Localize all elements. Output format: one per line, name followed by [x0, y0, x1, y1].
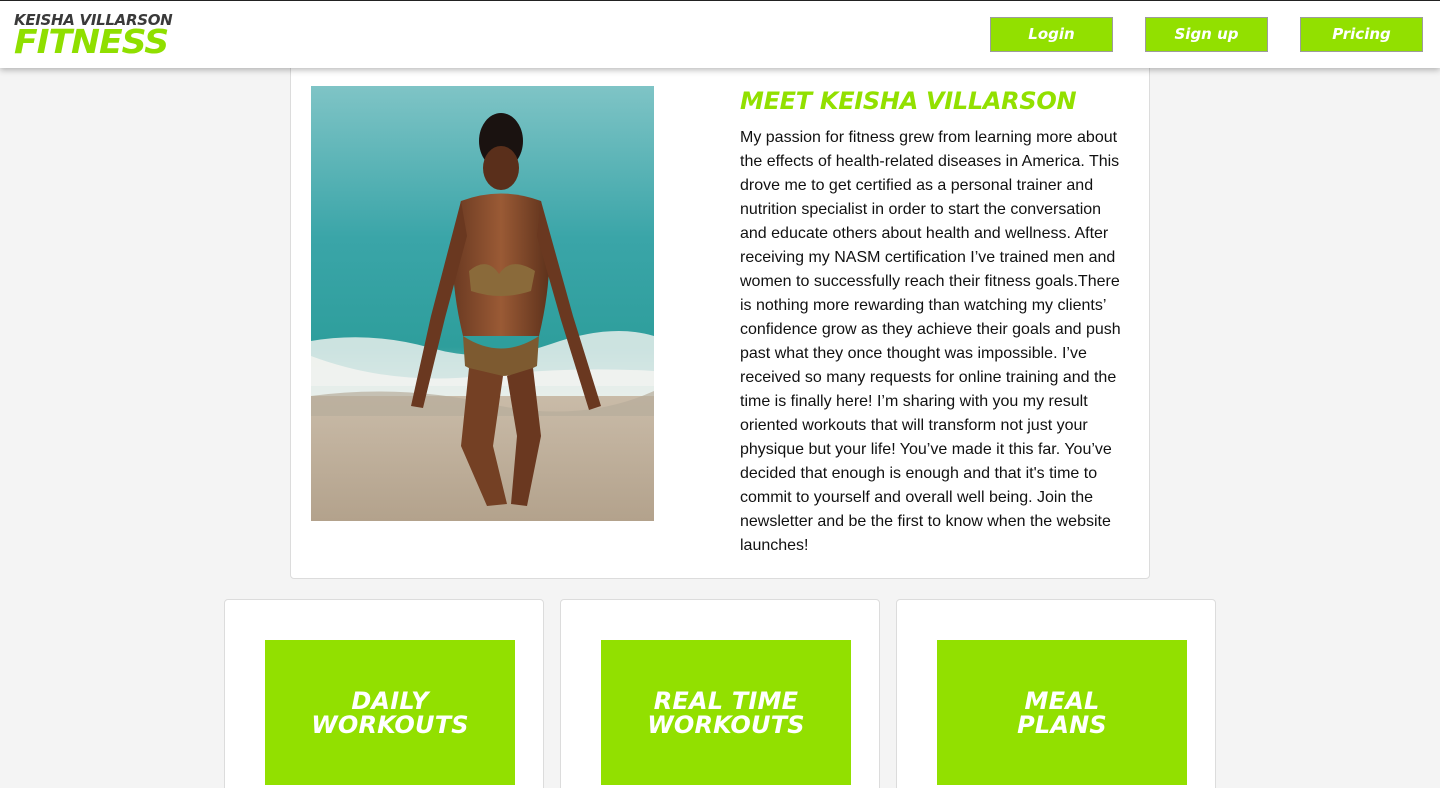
pricing-button[interactable]: Pricing — [1300, 17, 1423, 52]
logo-fitness-text: FITNESS — [14, 22, 169, 61]
signup-button[interactable]: Sign up — [1145, 17, 1268, 52]
feature-card-real-time-workouts: REAL TIME WORKOUTS — [560, 599, 880, 788]
about-heading: MEET KEISHA VILLARSON — [740, 87, 1077, 115]
about-card: MEET KEISHA VILLARSON My passion for fit… — [290, 30, 1150, 579]
page: KEISHA VILLARSON FITNESS Login Sign up P… — [0, 0, 1440, 788]
about-paragraph: My passion for fitness grew from learnin… — [740, 129, 1121, 554]
login-button[interactable]: Login — [990, 17, 1113, 52]
feature-label-daily-workouts: DAILY WORKOUTS — [311, 686, 469, 739]
site-header: KEISHA VILLARSON FITNESS Login Sign up P… — [0, 0, 1440, 68]
site-logo[interactable]: KEISHA VILLARSON FITNESS — [14, 13, 173, 59]
beach-photo-image — [311, 86, 654, 521]
trainer-photo — [311, 86, 654, 521]
feature-card-daily-workouts: DAILY WORKOUTS — [224, 599, 544, 788]
meal-plans-tile[interactable]: MEAL PLANS — [937, 640, 1187, 785]
feature-card-meal-plans: MEAL PLANS — [896, 599, 1216, 788]
real-time-workouts-tile[interactable]: REAL TIME WORKOUTS — [601, 640, 851, 785]
feature-label-real-time-workouts: REAL TIME WORKOUTS — [647, 686, 805, 739]
feature-label-meal-plans: MEAL PLANS — [1017, 686, 1107, 739]
daily-workouts-tile[interactable]: DAILY WORKOUTS — [265, 640, 515, 785]
